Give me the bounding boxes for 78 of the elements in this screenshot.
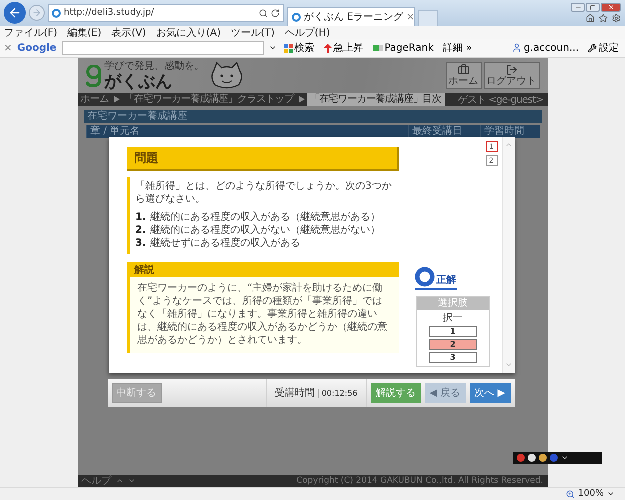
settings-button[interactable]: 設定 <box>586 41 621 55</box>
caret-icon[interactable] <box>607 490 615 498</box>
logo-mark-icon <box>86 64 102 86</box>
menu-item[interactable]: 編集(E) <box>68 26 102 40</box>
choices-type: 択一 <box>443 313 463 324</box>
breadcrumb-arrow-icon <box>298 96 305 103</box>
result-text: 正解 <box>436 274 456 287</box>
search-icon[interactable] <box>259 8 268 18</box>
search-field[interactable] <box>62 41 264 55</box>
time-value: 00:12:56 <box>318 388 358 398</box>
menu-item[interactable]: 表示(V) <box>112 26 146 40</box>
close-icon <box>608 4 614 11</box>
close-button[interactable] <box>601 3 621 12</box>
logout-icon <box>506 64 518 76</box>
colored-squares-icon <box>284 44 293 52</box>
course-title-bar: 在宅ワーカー養成講座 <box>84 110 542 123</box>
toolbar-logo: Google <box>17 42 57 54</box>
breadcrumb-link[interactable]: ホーム <box>78 93 112 106</box>
star-icon[interactable] <box>599 14 608 23</box>
option-text: 継続せずにある程度の収入がある <box>150 237 300 250</box>
maximize-button[interactable] <box>586 3 600 12</box>
explanation-text: 在宅ワーカーのように、“主婦が家計を助けるために働く”ようなケースでは、所得の種類が「事業所得」ではなく「雑所得」になります。事業所得と雑所得の違いは、継続的にある程度の収入があるかどうか（継続の意思があるかどうか）とされています。 <box>138 282 388 347</box>
forward-arrow-icon <box>32 8 42 18</box>
menu-item[interactable]: ヘルプ(H) <box>284 26 330 40</box>
tab-title: がくぶん Eラーニング <box>304 11 404 24</box>
menu-item[interactable]: ツール(T) <box>231 26 275 40</box>
question-text: 「雑所得」とは、どのような所得でしょうか。次の3つから選びなさい。 <box>136 180 392 206</box>
more-button[interactable]: 詳細 » <box>440 41 474 55</box>
option-text: 継続的にある程度の収入がない（継続意思がない） <box>150 224 380 237</box>
breadcrumb-arrow-icon <box>114 96 120 103</box>
tab-close[interactable]: × <box>406 12 415 22</box>
minimize-icon <box>574 4 582 11</box>
menu-item[interactable]: お気に入り(A) <box>156 26 221 40</box>
settings-icon[interactable] <box>612 14 621 23</box>
user-icon <box>512 43 522 53</box>
choice-button[interactable]: 3 <box>429 352 477 363</box>
zoom-level[interactable]: 100% <box>578 489 604 499</box>
logo-text: がくぶん <box>104 73 174 92</box>
option-number: 1. <box>136 211 146 224</box>
option-number: 2. <box>136 224 146 237</box>
browser-icon <box>52 8 61 18</box>
address-field[interactable]: http://deli3.study.jp/ <box>48 4 284 22</box>
home-icon[interactable] <box>586 14 595 23</box>
time-label: 受講時間 <box>274 386 315 400</box>
question-title: 問題 <box>134 150 158 166</box>
zoom-icon[interactable] <box>566 490 576 498</box>
toolbar-button[interactable]: 急上昇 <box>322 41 366 55</box>
copyright-text: Copyright (C) 2014 GAKUBUN Co.,ltd. All Rights Reserved. <box>296 476 544 486</box>
wrench-icon <box>588 44 597 52</box>
maximize-icon <box>590 4 596 10</box>
breadcrumb-link[interactable]: 「在宅ワーカー養成講座」目次 <box>306 93 445 106</box>
user-name: ゲスト <ge-guest> <box>458 94 544 106</box>
url-text: http://deli3.study.jp/ <box>64 8 156 18</box>
toolbar-button[interactable]: 検索 <box>282 41 317 55</box>
bar-icon <box>372 45 383 51</box>
option-number: 3. <box>136 237 146 250</box>
option-text: 継続的にある程度の収入がある（継続意思がある） <box>150 211 380 224</box>
choice-button[interactable]: 2 <box>429 339 477 350</box>
up-icon[interactable] <box>116 477 124 485</box>
choices-title: 選択肢 <box>417 297 489 310</box>
explanation-title: 解説 <box>134 264 154 276</box>
arrow-up-icon <box>324 44 332 52</box>
header-button[interactable]: ホーム <box>446 62 482 89</box>
back-button[interactable] <box>4 2 26 24</box>
logo-tagline: 学びで発見、感動を。 <box>104 60 204 73</box>
caret-icon[interactable] <box>561 454 569 462</box>
menu-item[interactable]: ファイル(F) <box>4 26 58 40</box>
toolbar-button[interactable]: PageRank <box>370 42 436 54</box>
down-icon[interactable] <box>128 477 136 485</box>
header-button[interactable]: ログアウト <box>484 62 540 89</box>
browser-icon <box>292 12 301 22</box>
choice-button[interactable]: 1 <box>429 326 477 337</box>
caret-icon[interactable] <box>268 44 277 52</box>
breadcrumb-link[interactable]: 「在宅ワーカー養成講座」クラストップ <box>122 93 297 106</box>
account-button[interactable]: g.accoun... <box>510 42 581 54</box>
browser-tab[interactable]: がくぶん Eラーニング × <box>287 7 415 26</box>
refresh-icon[interactable] <box>271 8 280 18</box>
footer-button[interactable]: 次へ ▶ <box>470 383 510 403</box>
